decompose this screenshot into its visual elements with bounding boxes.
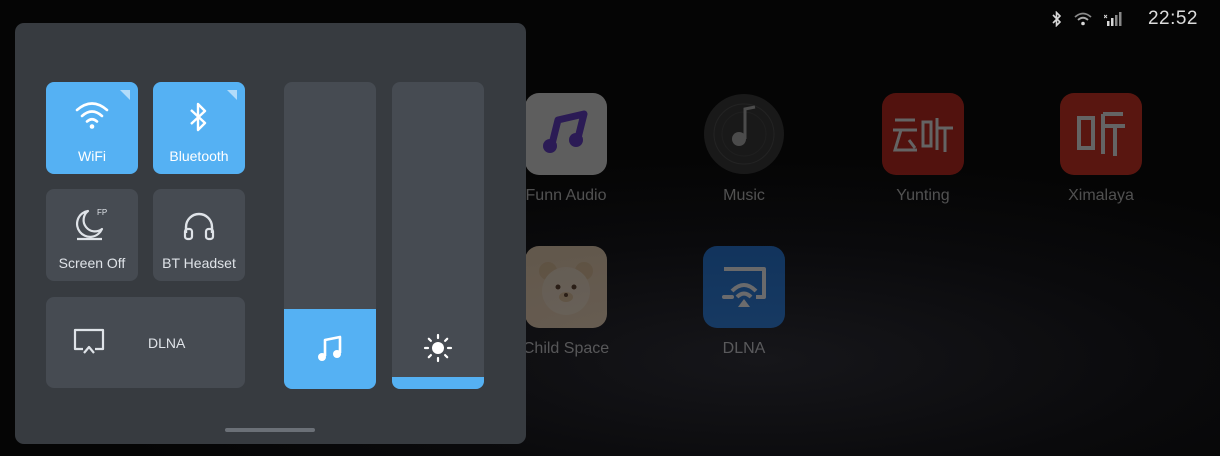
bluetooth-icon	[153, 100, 245, 134]
moon-fp-icon: FP	[46, 205, 138, 241]
quick-settings-panel: WiFi Bluetooth FP Screen Off BT Headset	[15, 23, 526, 444]
dlna-label: DLNA	[148, 335, 186, 351]
expand-corner-icon[interactable]	[227, 90, 237, 100]
app-yunting[interactable]: Yunting	[843, 93, 1003, 205]
cast-icon	[703, 246, 785, 328]
bluetooth-toggle[interactable]: Bluetooth	[153, 82, 245, 174]
bear-icon	[525, 246, 607, 328]
yunting-logo	[882, 93, 964, 175]
vinyl-icon	[703, 93, 785, 175]
ximalaya-logo	[1060, 93, 1142, 175]
screen-off-label: Screen Off	[58, 255, 126, 271]
wifi-icon	[46, 100, 138, 130]
app-dlna[interactable]: DLNA	[664, 246, 824, 358]
app-label: Music	[723, 187, 765, 204]
panel-drag-handle[interactable]	[225, 428, 315, 432]
svg-text:FP: FP	[97, 208, 107, 217]
music-note-icon	[284, 335, 376, 363]
wifi-toggle[interactable]: WiFi	[46, 82, 138, 174]
sun-icon	[392, 333, 484, 363]
screen: 22:52 Funn Audio Music Yunting Ximalaya	[0, 0, 1220, 456]
volume-slider[interactable]	[284, 82, 376, 389]
brightness-slider-fill	[392, 376, 484, 389]
app-ximalaya[interactable]: Ximalaya	[1021, 93, 1181, 205]
headphones-icon	[153, 211, 245, 241]
wifi-label: WiFi	[78, 148, 106, 164]
expand-corner-icon[interactable]	[120, 90, 130, 100]
app-label: Yunting	[896, 187, 950, 204]
bt-headset-label: BT Headset	[162, 255, 236, 271]
app-music[interactable]: Music	[664, 93, 824, 205]
screen-off-toggle[interactable]: FP Screen Off	[46, 189, 138, 281]
brightness-slider[interactable]	[392, 82, 484, 389]
app-label: DLNA	[722, 340, 766, 357]
bluetooth-label: Bluetooth	[169, 148, 229, 164]
music-note-icon	[525, 93, 607, 175]
bt-headset-toggle[interactable]: BT Headset	[153, 189, 245, 281]
app-label: Ximalaya	[1068, 187, 1134, 204]
dlna-button[interactable]: DLNA	[46, 297, 245, 388]
screen-cast-icon	[72, 327, 106, 362]
